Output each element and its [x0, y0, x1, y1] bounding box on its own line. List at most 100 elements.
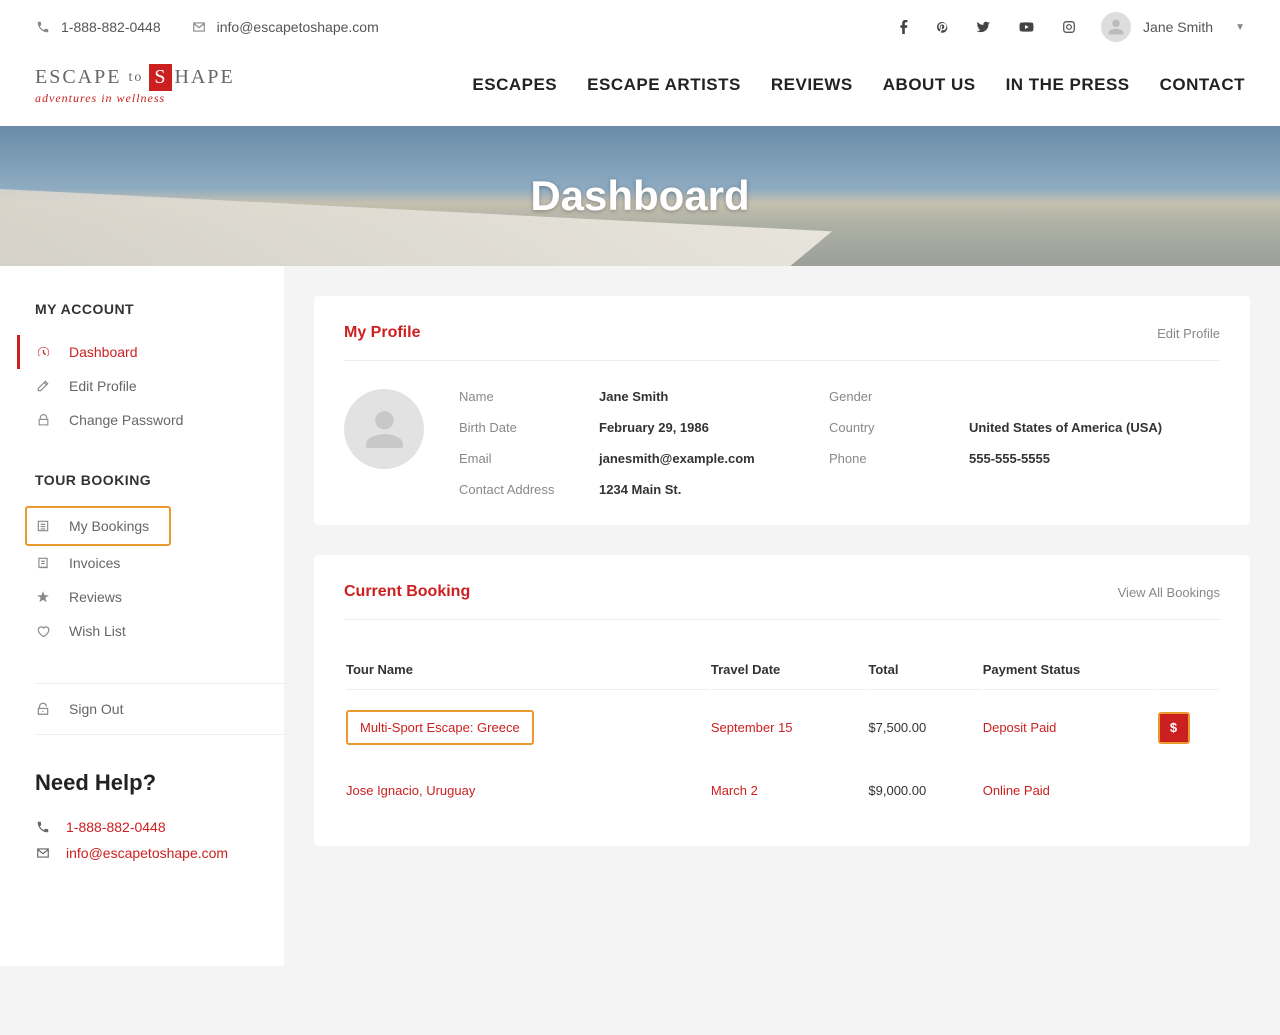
logo-word-2: to [128, 70, 143, 86]
star-icon [35, 590, 51, 604]
logo-word-3: HAPE [174, 66, 234, 89]
caret-down-icon: ▼ [1235, 22, 1245, 33]
view-all-bookings-link[interactable]: View All Bookings [1118, 585, 1220, 600]
travel-date: September 15 [711, 692, 867, 763]
facebook-icon[interactable] [899, 20, 908, 34]
nav-escape-artists[interactable]: ESCAPE ARTISTS [587, 75, 741, 95]
nav-reviews[interactable]: REVIEWS [771, 75, 853, 95]
sidebar-item-edit-profile[interactable]: Edit Profile [35, 369, 284, 403]
sidebar: MY ACCOUNT Dashboard Edit Profile Change… [0, 266, 284, 966]
sidebar-label: Reviews [69, 589, 122, 605]
topbar-email-text: info@escapetoshape.com [217, 19, 379, 35]
signout-icon [35, 702, 51, 716]
field-val-gender [969, 389, 1220, 404]
user-name: Jane Smith [1143, 19, 1213, 35]
field-label-addr: Contact Address [459, 482, 589, 497]
page-title: Dashboard [530, 172, 749, 220]
profile-card-title: My Profile [344, 324, 420, 342]
booking-card: Current Booking View All Bookings Tour N… [314, 555, 1250, 846]
field-val-email: janesmith@example.com [599, 451, 819, 466]
help-block: Need Help? 1-888-882-0448 info@escapetos… [35, 770, 284, 866]
nav-about-us[interactable]: ABOUT US [883, 75, 976, 95]
edit-icon [35, 379, 51, 393]
logo-tagline: adventures in wellness [35, 91, 235, 106]
payment-status: Online Paid [983, 765, 1156, 816]
logo-red-letter: S [149, 64, 172, 91]
col-tour-name: Tour Name [346, 650, 709, 690]
logo[interactable]: ESCAPE to SHAPE adventures in wellness [35, 64, 235, 106]
sidebar-label: Edit Profile [69, 378, 137, 394]
list-icon [35, 519, 51, 533]
sidebar-item-invoices[interactable]: Invoices [35, 546, 284, 580]
field-val-phone: 555-555-5555 [969, 451, 1220, 466]
dashboard-icon [35, 345, 51, 360]
field-val-name: Jane Smith [599, 389, 819, 404]
youtube-icon[interactable] [1019, 20, 1034, 34]
avatar-large [344, 389, 424, 469]
booking-row: Jose Ignacio, Uruguay March 2 $9,000.00 … [346, 765, 1218, 816]
field-label-name: Name [459, 389, 589, 404]
topbar-email[interactable]: info@escapetoshape.com [191, 19, 379, 35]
sidebar-item-dashboard[interactable]: Dashboard [17, 335, 284, 369]
field-label-phone: Phone [829, 451, 959, 466]
sidebar-item-change-password[interactable]: Change Password [35, 403, 284, 437]
sidebar-item-wish-list[interactable]: Wish List [35, 614, 284, 648]
sidebar-label: Wish List [69, 623, 126, 639]
payment-status: Deposit Paid [983, 692, 1156, 763]
sidebar-label: Change Password [69, 412, 183, 428]
edit-profile-link[interactable]: Edit Profile [1157, 326, 1220, 341]
booking-row: Multi-Sport Escape: Greece September 15 … [346, 692, 1218, 763]
sidebar-label: Sign Out [69, 701, 123, 717]
nav-in-the-press[interactable]: IN THE PRESS [1006, 75, 1130, 95]
main-navbar: ESCAPE to SHAPE adventures in wellness E… [0, 54, 1280, 126]
field-label-birth: Birth Date [459, 420, 589, 435]
envelope-icon [191, 20, 207, 34]
pay-button[interactable]: $ [1158, 712, 1190, 744]
field-label-country: Country [829, 420, 959, 435]
twitter-icon[interactable] [976, 20, 991, 34]
help-email[interactable]: info@escapetoshape.com [35, 840, 284, 866]
help-heading: Need Help? [35, 770, 284, 796]
help-phone-text: 1-888-882-0448 [66, 819, 166, 835]
nav-escapes[interactable]: ESCAPES [472, 75, 557, 95]
help-email-text: info@escapetoshape.com [66, 845, 228, 861]
lock-icon [35, 413, 51, 427]
content: My Profile Edit Profile Name Jane Smith … [284, 266, 1280, 966]
my-account-heading: MY ACCOUNT [35, 301, 284, 317]
phone-icon [35, 20, 51, 34]
field-val-addr: 1234 Main St. [599, 482, 819, 497]
user-menu[interactable]: Jane Smith ▼ [1101, 12, 1245, 42]
sidebar-label: Invoices [69, 555, 120, 571]
topbar: 1-888-882-0448 info@escapetoshape.com Ja… [0, 0, 1280, 54]
col-payment-status: Payment Status [983, 650, 1156, 690]
field-label-gender: Gender [829, 389, 959, 404]
booking-card-title: Current Booking [344, 583, 470, 601]
logo-word-1: ESCAPE [35, 66, 121, 89]
pinterest-icon[interactable] [936, 20, 948, 34]
total: $9,000.00 [868, 765, 980, 816]
col-travel-date: Travel Date [711, 650, 867, 690]
topbar-phone[interactable]: 1-888-882-0448 [35, 19, 161, 35]
invoice-icon [35, 556, 51, 570]
phone-icon [35, 820, 51, 834]
field-label-email: Email [459, 451, 589, 466]
profile-card: My Profile Edit Profile Name Jane Smith … [314, 296, 1250, 525]
sidebar-item-reviews[interactable]: Reviews [35, 580, 284, 614]
nav-contact[interactable]: CONTACT [1160, 75, 1245, 95]
sidebar-item-my-bookings[interactable]: My Bookings [25, 506, 171, 546]
avatar-icon [1101, 12, 1131, 42]
tour-link[interactable]: Multi-Sport Escape: Greece [346, 710, 534, 745]
field-val-birth: February 29, 1986 [599, 420, 819, 435]
heart-icon [35, 624, 51, 638]
tour-link[interactable]: Jose Ignacio, Uruguay [346, 783, 475, 798]
sidebar-item-sign-out[interactable]: Sign Out [35, 692, 284, 726]
social-icons [899, 20, 1076, 34]
tour-booking-heading: TOUR BOOKING [35, 472, 284, 488]
field-val-country: United States of America (USA) [969, 420, 1220, 435]
instagram-icon[interactable] [1062, 20, 1076, 34]
main-nav: ESCAPES ESCAPE ARTISTS REVIEWS ABOUT US … [472, 75, 1245, 95]
help-phone[interactable]: 1-888-882-0448 [35, 814, 284, 840]
topbar-phone-text: 1-888-882-0448 [61, 19, 161, 35]
col-total: Total [868, 650, 980, 690]
travel-date: March 2 [711, 765, 867, 816]
